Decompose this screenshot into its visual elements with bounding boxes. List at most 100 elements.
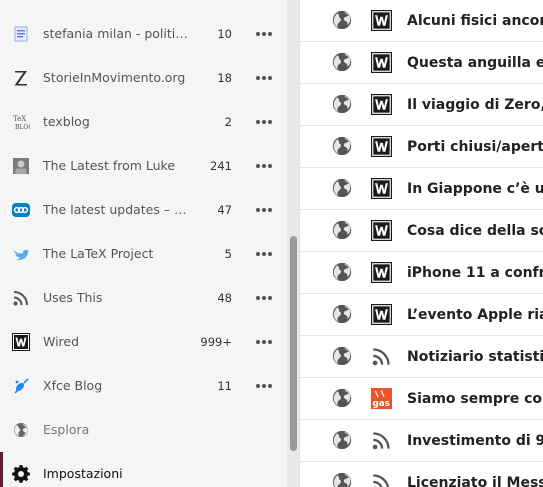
sidebar-scrollbar-thumb[interactable]: [290, 236, 297, 451]
unread-count: 999+: [200, 335, 232, 349]
w-logo-icon: [371, 52, 392, 73]
document-icon: [12, 25, 30, 43]
tex-logo-icon: TeXBLOG: [12, 113, 30, 131]
w-logo-icon: [371, 262, 392, 283]
sidebar-feed-item[interactable]: Xfce Blog 11: [0, 364, 287, 408]
more-options-icon[interactable]: [256, 76, 274, 80]
gas-logo-icon: gas: [371, 388, 392, 409]
globe-icon: [331, 51, 353, 73]
sidebar-feed-item[interactable]: Wired 999+: [0, 320, 287, 364]
bird-icon: [12, 245, 30, 263]
globe-icon: [331, 303, 353, 325]
globe-icon: [331, 429, 353, 451]
article-row[interactable]: gas Siamo sempre con: [300, 378, 543, 420]
photo-avatar-icon: [12, 157, 30, 175]
article-row[interactable]: iPhone 11 a confro: [300, 252, 543, 294]
more-options-icon[interactable]: [256, 164, 274, 168]
globe-icon: [331, 261, 353, 283]
globe-icon: [331, 135, 353, 157]
more-options-icon[interactable]: [256, 252, 274, 256]
more-options-icon[interactable]: [256, 120, 274, 124]
nav-explore[interactable]: Esplora: [0, 408, 287, 452]
article-title: Questa anguilla ele: [407, 55, 543, 71]
feed-name: The LaTeX Project: [43, 246, 154, 261]
nav-settings-label: Impostazioni: [43, 466, 123, 481]
article-row[interactable]: L’evento Apple rias: [300, 294, 543, 336]
article-title: L’evento Apple rias: [407, 307, 543, 323]
gear-icon: [12, 465, 30, 483]
sidebar-feed-item[interactable]: The latest updates – N… 47: [0, 188, 287, 232]
feed-name: stefania milan - politics…: [43, 26, 191, 41]
sidebar-feed-item[interactable]: Uses This 48: [0, 276, 287, 320]
globe-icon: [331, 471, 353, 487]
feed-name: Wired: [43, 334, 80, 349]
feed-sidebar: stefania milan - politics… 10 StorieInMovi…: [0, 0, 299, 487]
feed-name: Uses This: [43, 290, 103, 305]
unread-count: 2: [224, 115, 232, 129]
w-logo-icon: [371, 220, 392, 241]
article-title: Siamo sempre con: [407, 391, 543, 407]
sidebar-feed-item[interactable]: TeXBLOG texblog 2: [0, 100, 287, 144]
article-title: Licenziato il Messa: [407, 475, 543, 487]
globe-icon: [331, 219, 353, 241]
article-title: Il viaggio di Zero, a: [407, 97, 543, 113]
sidebar-feed-item[interactable]: The Latest from Luke 241: [0, 144, 287, 188]
article-title: Cosa dice della scu: [407, 223, 543, 239]
sidebar-feed-item[interactable]: The LaTeX Project 5: [0, 232, 287, 276]
w-logo-icon: [371, 178, 392, 199]
unread-count: 10: [217, 27, 232, 41]
globe-icon: [331, 345, 353, 367]
more-options-icon[interactable]: [256, 384, 274, 388]
z-logo-icon: [12, 69, 30, 87]
unread-count: 5: [224, 247, 232, 261]
article-title: Investimento di 90: [407, 433, 543, 449]
article-row[interactable]: Notiziario statistico: [300, 336, 543, 378]
article-row[interactable]: Il viaggio di Zero, a: [300, 84, 543, 126]
active-indicator: [0, 452, 3, 487]
unread-count: 241: [210, 159, 232, 173]
unread-count: 48: [217, 291, 232, 305]
article-title: iPhone 11 a confro: [407, 265, 543, 281]
infinity-logo-icon: [12, 201, 30, 219]
unread-count: 18: [217, 71, 232, 85]
w-logo-icon: [371, 136, 392, 157]
article-title: Alcuni fisici ancora: [407, 13, 543, 29]
svg-text:BLOG: BLOG: [15, 124, 30, 131]
xfce-mouse-icon: [12, 377, 30, 395]
more-options-icon[interactable]: [256, 296, 274, 300]
article-row[interactable]: Porti chiusi/aperti:: [300, 126, 543, 168]
article-title: Notiziario statistico: [407, 349, 543, 365]
w-logo-icon: [371, 94, 392, 115]
nav-settings[interactable]: Impostazioni: [0, 452, 287, 487]
nav-explore-label: Esplora: [43, 422, 90, 437]
more-options-icon[interactable]: [256, 340, 274, 344]
rss-icon: [371, 472, 392, 487]
w-logo-icon: [371, 304, 392, 325]
article-list: Alcuni fisici ancora Questa anguilla ele I…: [299, 0, 543, 487]
globe-icon: [331, 387, 353, 409]
more-options-icon[interactable]: [256, 32, 274, 36]
article-row[interactable]: Questa anguilla ele: [300, 42, 543, 84]
w-logo-icon: [371, 10, 392, 31]
sidebar-feed-item[interactable]: stefania milan - politics… 10: [0, 12, 287, 56]
article-row[interactable]: Licenziato il Messa: [300, 462, 543, 487]
rss-icon: [371, 346, 392, 367]
feed-name: The Latest from Luke: [43, 158, 176, 173]
w-logo-icon: [12, 333, 30, 351]
sidebar-feed-item[interactable]: StorieInMovimento.org 18: [0, 56, 287, 100]
article-row[interactable]: Cosa dice della scu: [300, 210, 543, 252]
unread-count: 47: [217, 203, 232, 217]
article-row[interactable]: Alcuni fisici ancora: [300, 0, 543, 42]
feed-name: texblog: [43, 114, 90, 129]
article-title: Porti chiusi/aperti:: [407, 139, 543, 155]
feed-name: Xfce Blog: [43, 378, 103, 393]
more-options-icon[interactable]: [256, 208, 274, 212]
article-row[interactable]: Investimento di 90: [300, 420, 543, 462]
svg-text:gas: gas: [373, 399, 390, 409]
rss-icon: [12, 289, 30, 307]
unread-count: 11: [217, 379, 232, 393]
rss-icon: [371, 430, 392, 451]
globe-icon: [331, 93, 353, 115]
compass-icon: [12, 421, 30, 439]
article-row[interactable]: In Giappone c’è un: [300, 168, 543, 210]
